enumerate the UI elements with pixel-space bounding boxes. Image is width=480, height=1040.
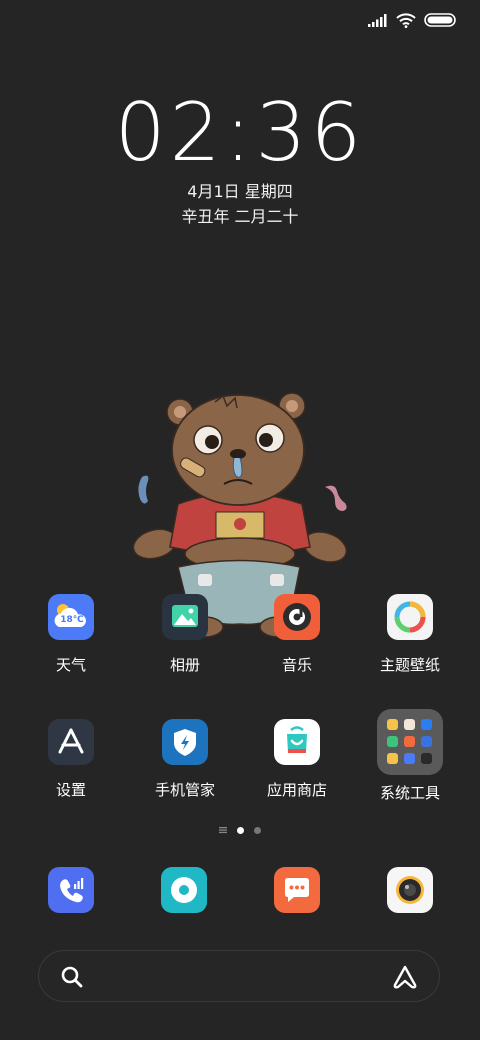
lunar-date: 辛丑年 二月二十 [181,207,299,226]
search-icon[interactable] [61,966,83,988]
app-label: 音乐 [281,656,312,674]
folder-icon [377,709,443,775]
music-icon [274,594,320,640]
security-icon [162,719,208,765]
search-bar[interactable] [38,950,440,1002]
battery-icon [424,13,456,27]
app-settings[interactable]: 设置 [16,719,126,800]
app-label: 相册 [169,656,200,674]
app-label: 手机管家 [154,781,215,799]
assistant-icon[interactable] [391,964,419,990]
app-label: 设置 [55,781,86,799]
lock-clock: 02:36 [114,86,366,179]
status-bar [368,10,456,30]
app-label: 天气 [55,656,86,674]
dock-phone[interactable] [48,867,94,913]
browser-icon [171,877,197,903]
minus-one-page-icon[interactable] [219,826,227,834]
themes-icon [387,594,433,640]
app-label: 主题壁纸 [379,656,440,674]
app-store-icon [274,719,320,765]
lock-date: 4月1日 星期四 [187,182,293,201]
camera-icon [396,876,424,904]
weather-temp: 18℃ [60,615,84,625]
signal-icon [368,14,387,27]
page-indicator [0,824,480,836]
weather-icon: 18℃ [48,594,94,640]
app-folder-system-tools[interactable]: 系统工具 [355,709,465,803]
gallery-icon [162,594,208,640]
wifi-icon [396,12,416,28]
settings-icon [48,719,94,765]
messages-icon [285,878,309,902]
app-weather[interactable]: 18℃ 天气 [16,594,126,675]
dock-camera[interactable] [387,867,433,913]
dock-browser[interactable] [161,867,207,913]
app-label: 系统工具 [379,784,440,802]
dock-messages[interactable] [274,867,320,913]
app-music[interactable]: 音乐 [242,594,352,675]
page-dot[interactable] [254,826,261,834]
app-gallery[interactable]: 相册 [130,594,240,675]
page-dot-active[interactable] [237,826,244,834]
app-themes[interactable]: 主题壁纸 [355,594,465,675]
app-store[interactable]: 应用商店 [242,719,352,800]
phone-icon [60,878,84,903]
app-security[interactable]: 手机管家 [130,719,240,800]
app-label: 应用商店 [266,781,327,799]
